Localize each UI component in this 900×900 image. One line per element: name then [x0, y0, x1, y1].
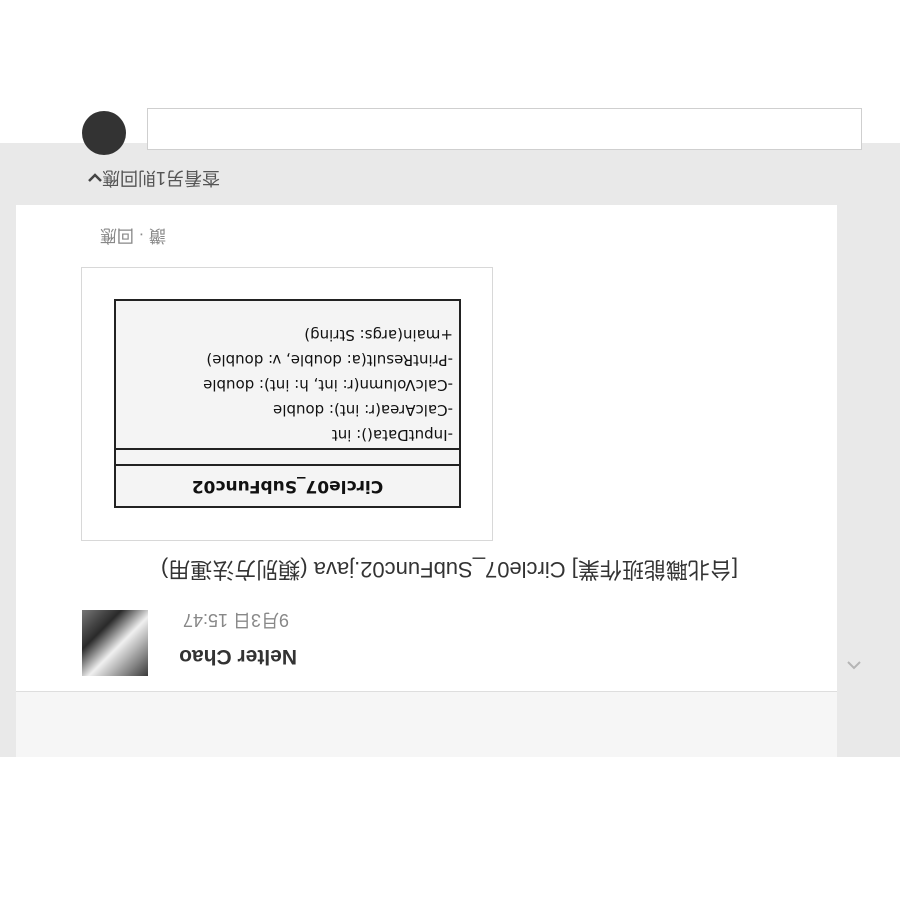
- show-more-comments-link[interactable]: 查看另1則回應: [102, 166, 220, 192]
- uml-operation: -CalcArea(r: int): double: [273, 401, 453, 419]
- uml-class-diagram: Circle07_SubFunc02 -InputData(): int -Ca…: [114, 299, 461, 508]
- uml-class-name: Circle07_SubFunc02: [116, 464, 459, 506]
- post-author[interactable]: Nelter Chao: [179, 644, 297, 668]
- uml-attributes: [116, 448, 459, 464]
- uml-operation: -PrintResult(a: double, v: double): [206, 351, 453, 369]
- reply-avatar: [82, 111, 126, 155]
- uml-operation: -InputData(): int: [331, 426, 453, 444]
- uml-operation: +main(args: String): [304, 326, 453, 344]
- chevron-up-icon[interactable]: [844, 655, 864, 675]
- uml-operation: -CalcVolumn(r: int, h: int): double: [203, 376, 453, 394]
- reply-input[interactable]: [147, 108, 862, 150]
- post-title[interactable]: [台北職能班作業] Circle07_SubFunc02.java (類別方法運…: [161, 555, 738, 587]
- avatar[interactable]: [82, 610, 148, 676]
- comment-strip: [16, 691, 837, 757]
- post-actions[interactable]: 讚 · 回應: [100, 225, 166, 250]
- rotated-screenshot: 最新 Nelter Chao 9月3日 15:47 [台北職能班作業] Circ…: [0, 0, 900, 900]
- chevron-down-icon[interactable]: [85, 168, 105, 188]
- post-time[interactable]: 9月3日 15:47: [183, 608, 289, 634]
